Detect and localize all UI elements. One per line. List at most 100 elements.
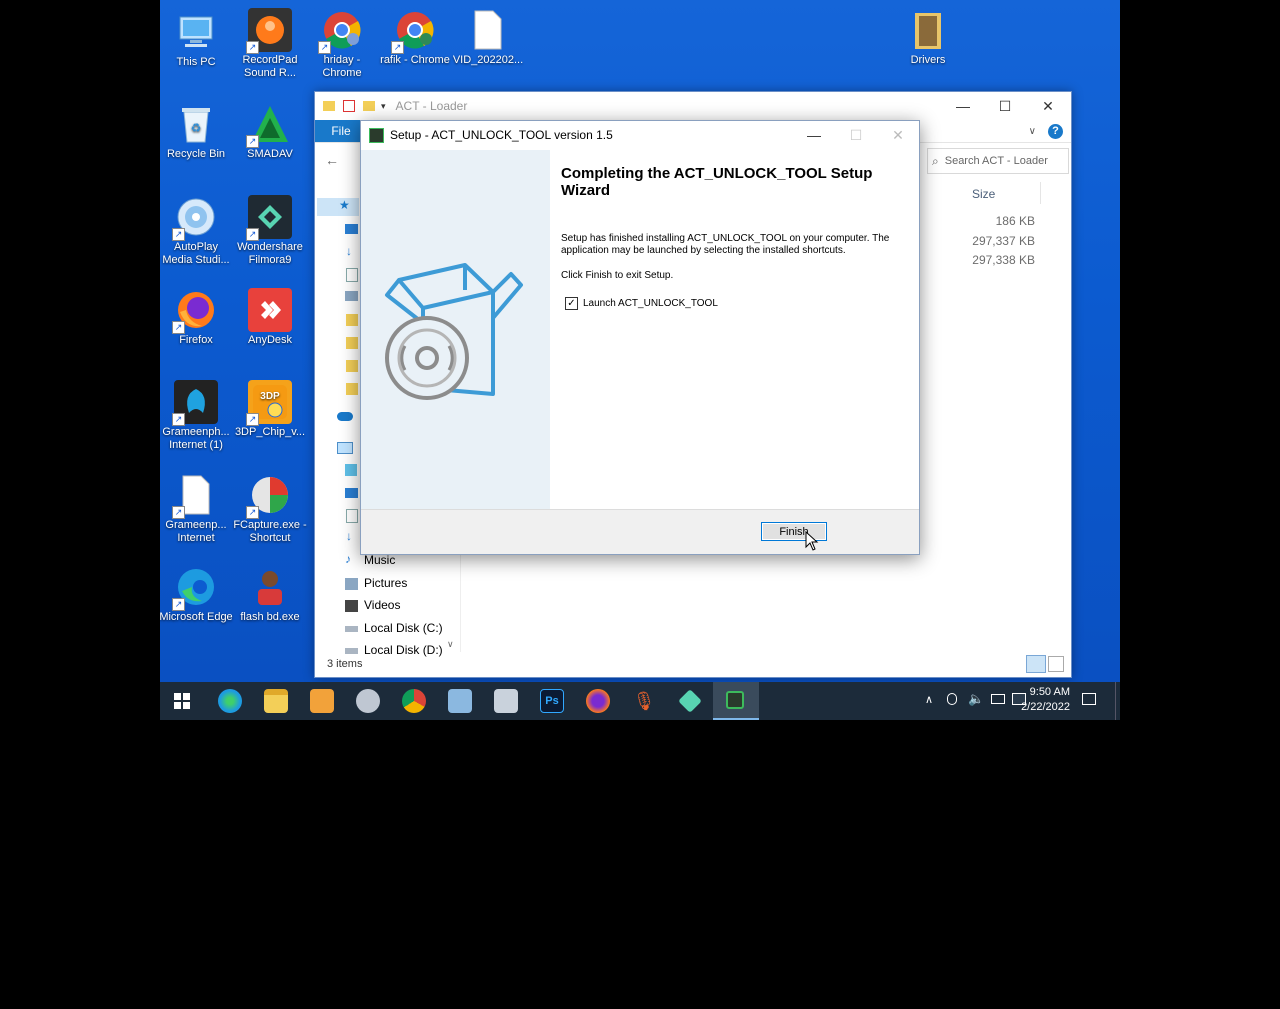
taskbar-remote-desktop-icon[interactable] (448, 689, 472, 713)
setup-dialog[interactable]: Setup - ACT_UNLOCK_TOOL version 1.5 — ☐ … (360, 120, 920, 555)
close-button[interactable]: ✕ (1025, 92, 1071, 120)
quick-access-star-icon[interactable]: ★ (317, 198, 359, 216)
edge-icon: ↗ (172, 565, 218, 611)
nav-item-pictures[interactable]: Pictures (315, 572, 460, 595)
music-icon: ♪ (345, 552, 351, 566)
desktop-icon-label: Wondershare Filmora9 (237, 241, 303, 266)
shortcut-arrow-icon: ↗ (246, 135, 259, 148)
desktop-icon-edge[interactable]: ↗ Microsoft Edge (160, 565, 234, 624)
search-box[interactable]: ⌕ Search ACT - Loader (927, 148, 1069, 174)
launch-checkbox-row[interactable]: ✓ Launch ACT_UNLOCK_TOOL (565, 297, 718, 310)
desktop-icon-autoplay[interactable]: ↗ AutoPlay Media Studi... (160, 195, 234, 267)
file-icon: ↗ (172, 473, 218, 519)
shortcut-arrow-icon: ↗ (391, 41, 404, 54)
large-icons-view-icon[interactable] (1048, 656, 1064, 672)
column-divider[interactable] (1040, 182, 1041, 204)
nav-item-local-disk-c[interactable]: Local Disk (C:) (315, 617, 460, 640)
chevron-down-icon[interactable]: ∨ (1029, 126, 1036, 137)
this-pc-nav-icon[interactable] (337, 442, 353, 454)
nav-scrollbar[interactable] (460, 552, 461, 652)
tray-meet-icon[interactable] (947, 693, 957, 705)
desktop-icon-anydesk[interactable]: AnyDesk (232, 288, 308, 347)
tray-show-hidden-icon[interactable]: ∧ (925, 693, 933, 706)
dialog-minimize-button[interactable]: — (791, 121, 837, 149)
documents-nav-icon[interactable] (346, 509, 358, 523)
desktop-icon-recycle-bin[interactable]: ♻ Recycle Bin (160, 102, 234, 161)
taskbar-file-explorer-icon[interactable] (264, 689, 288, 713)
desktop-icon-hriday-chrome[interactable]: ↗ hriday - Chrome (304, 8, 380, 80)
anydesk-icon (248, 288, 292, 332)
column-header-size[interactable]: Size (972, 187, 995, 201)
onedrive-nav-icon[interactable] (337, 412, 353, 421)
documents-nav-icon[interactable] (346, 268, 358, 282)
desktop-nav-icon[interactable] (345, 224, 358, 234)
grameenphone-icon: ↗ (172, 380, 218, 426)
show-desktop-button[interactable] (1115, 682, 1121, 720)
desktop-icon-label: SMADAV (247, 148, 293, 160)
folder-icon (363, 101, 375, 111)
desktop-icon-recordpad[interactable]: ↗ RecordPad Sound R... (232, 8, 308, 80)
folder-nav-icon[interactable] (346, 360, 358, 372)
taskbar-chrome-icon[interactable] (402, 689, 426, 713)
details-view-icon[interactable] (1026, 655, 1046, 673)
taskbar-photoshop-icon[interactable]: Ps (540, 689, 564, 713)
minimize-button[interactable]: — (940, 92, 986, 120)
downloads-nav-icon[interactable]: ↓ (346, 529, 352, 543)
back-button[interactable]: ← (325, 152, 339, 168)
desktop-icon-filmora[interactable]: ↗ Wondershare Filmora9 (232, 195, 308, 267)
smadav-icon: ↗ (246, 102, 292, 148)
taskbar-edge-icon[interactable] (218, 689, 242, 713)
desktop-icon-fcapture[interactable]: ↗ FCapture.exe - Shortcut (232, 473, 308, 545)
desktop-icon-vid-file[interactable]: VID_202202... (450, 8, 526, 67)
desktop-icon-firefox[interactable]: ↗ Firefox (160, 288, 234, 347)
tray-volume-icon[interactable]: 🔈 (968, 691, 984, 707)
taskbar-network-app-icon[interactable] (494, 689, 518, 713)
pictures-icon (345, 577, 358, 590)
taskbar-media-icon[interactable] (310, 689, 334, 713)
status-item-count: 3 items (327, 658, 363, 670)
desktop-icon-3dp-chip[interactable]: 3DP ↗ 3DP_Chip_v... (232, 380, 308, 439)
search-input[interactable]: Search ACT - Loader (945, 155, 1048, 167)
tray-clock[interactable]: 9:50 AM 2/22/2022 (1010, 685, 1070, 715)
launch-checkbox[interactable]: ✓ (565, 297, 578, 310)
explorer-title: ACT - Loader (395, 99, 468, 113)
nav-scroll-down-icon[interactable]: ∨ (447, 639, 454, 650)
taskbar-active-setup[interactable] (713, 682, 759, 720)
desktop-icon-drivers[interactable]: Drivers (890, 8, 966, 67)
taskbar-firefox-icon[interactable] (586, 689, 610, 713)
setup-app-icon (369, 127, 384, 143)
folder-nav-icon[interactable] (346, 314, 358, 326)
pictures-nav-icon[interactable] (345, 291, 358, 301)
desktop-nav-icon[interactable] (345, 488, 358, 498)
desktop-icon-this-pc[interactable]: This PC (160, 10, 234, 69)
taskbar-app-icon[interactable] (356, 689, 380, 713)
wizard-heading: Completing the ACT_UNLOCK_TOOL Setup Wiz… (561, 165, 873, 199)
desktop-icon-label: Microsoft Edge (160, 611, 233, 623)
desktop-icon-label: rafik - Chrome (380, 54, 450, 66)
maximize-button[interactable]: ☐ (982, 92, 1028, 120)
start-button[interactable] (174, 693, 190, 709)
downloads-nav-icon[interactable]: ↓ (346, 244, 352, 258)
tray-network-icon[interactable] (991, 694, 1005, 704)
taskbar-microphone-icon[interactable]: 🎙 (632, 689, 656, 713)
help-icon[interactable]: ? (1048, 123, 1063, 139)
shortcut-arrow-icon: ↗ (246, 413, 259, 426)
check-icon[interactable] (343, 100, 355, 112)
drive-icon (345, 625, 358, 632)
desktop-icon-grameenphone[interactable]: ↗ Grameenp... Internet (160, 473, 234, 545)
folder-nav-icon[interactable] (346, 337, 358, 349)
folder-nav-icon[interactable] (346, 383, 358, 395)
tray-time: 9:50 AM (1029, 686, 1070, 698)
desktop-icon-grameenphone-1[interactable]: ↗ Grameenph... Internet (1) (160, 380, 234, 452)
quick-access-dropdown-icon[interactable]: ▾ (381, 101, 386, 112)
desktop-icon-flash-bd[interactable]: flash bd.exe (232, 565, 308, 624)
desktop-icon-label: 3DP_Chip_v... (234, 426, 306, 438)
nav-item-videos[interactable]: Videos (315, 594, 460, 617)
desktop-icon-smadav[interactable]: ↗ SMADAV (232, 102, 308, 161)
windows-logo-icon (174, 693, 190, 709)
desktop-icon-rafik-chrome[interactable]: ↗ rafik - Chrome (377, 8, 453, 67)
3d-objects-nav-icon[interactable] (345, 464, 357, 476)
desktop-icon-label: Firefox (179, 334, 213, 346)
taskbar-filmora-icon[interactable] (678, 689, 702, 713)
notifications-icon[interactable] (1082, 693, 1096, 705)
